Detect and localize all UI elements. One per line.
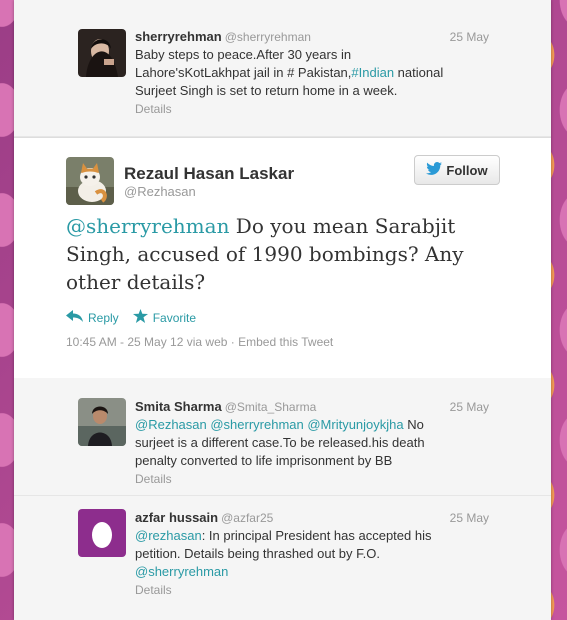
follow-button[interactable]: Follow [414, 155, 500, 185]
details-link[interactable]: Details [135, 470, 465, 488]
author-handle[interactable]: @Smita_Sharma [225, 400, 317, 414]
mention-link[interactable]: @sherryrehman [66, 214, 229, 238]
mention-link[interactable]: @Rezhasan @sherryrehman @Mrityunjoykjha [135, 417, 404, 432]
tweet-date[interactable]: 25 May [450, 30, 489, 44]
favorite-button[interactable]: Favorite [132, 309, 197, 326]
main-tweet: Rezaul Hasan Laskar @Rezhasan Follow @sh… [14, 137, 551, 379]
mention-link[interactable]: @sherryrehman [135, 563, 465, 581]
twitter-bird-icon [426, 162, 443, 178]
author-handle[interactable]: @sherryrehman [225, 30, 311, 44]
author-name[interactable]: Smita Sharma [135, 399, 222, 414]
tweet-actions: Reply Favorite [66, 309, 196, 326]
hashtag-link[interactable]: #Indian [351, 65, 394, 80]
tweet-meta: 10:45 AM - 25 May 12 via web · Embed thi… [66, 335, 334, 349]
author-name[interactable]: azfar hussain [135, 510, 218, 525]
reply-tweet[interactable]: azfar hussain @azfar25 25 May @rezhasan: … [14, 496, 551, 620]
tweet-text: @sherryrehman Do you mean Sarabjit Singh… [66, 212, 516, 296]
egg-avatar-icon[interactable] [78, 509, 126, 557]
tweet-date[interactable]: 25 May [450, 400, 489, 414]
avatar[interactable] [66, 157, 114, 205]
follow-label: Follow [446, 162, 488, 178]
author-handle[interactable]: @Rezhasan [124, 184, 196, 199]
author-name[interactable]: Rezaul Hasan Laskar [124, 164, 294, 184]
details-link[interactable]: Details [135, 581, 465, 599]
tweet-text: Baby steps to peace.After 30 years in La… [135, 46, 465, 118]
favorite-star-icon [132, 309, 148, 326]
reply-button[interactable]: Reply [66, 309, 119, 326]
tweet-date[interactable]: 25 May [450, 511, 489, 525]
favorite-label: Favorite [152, 310, 197, 325]
author-handle[interactable]: @azfar25 [221, 511, 273, 525]
details-link[interactable]: Details [135, 100, 465, 118]
embed-link[interactable]: Embed this Tweet [238, 335, 333, 349]
avatar[interactable] [78, 29, 126, 77]
timestamp[interactable]: 10:45 AM - 25 May 12 via web [66, 335, 227, 349]
reply-tweet[interactable]: Smita Sharma @Smita_Sharma 25 May @Rezhas… [14, 378, 551, 496]
conversation-timeline: sherryrehman @sherryrehman 25 May Baby st… [14, 0, 551, 620]
tweet-text-part: Baby steps to peace.After 30 years in La… [135, 47, 352, 80]
reply-label: Reply [88, 310, 119, 325]
mention-link[interactable]: @rezhasan [135, 528, 202, 543]
tweet-text: @Rezhasan @sherryrehman @Mrityunjoykjha … [135, 416, 465, 488]
reply-arrow-icon [66, 310, 83, 325]
author-name[interactable]: sherryrehman [135, 29, 222, 44]
avatar[interactable] [78, 398, 126, 446]
tweet-text: @rezhasan: In principal President has ac… [135, 527, 465, 599]
tweet-sherryrehman[interactable]: sherryrehman @sherryrehman 25 May Baby st… [14, 0, 551, 137]
